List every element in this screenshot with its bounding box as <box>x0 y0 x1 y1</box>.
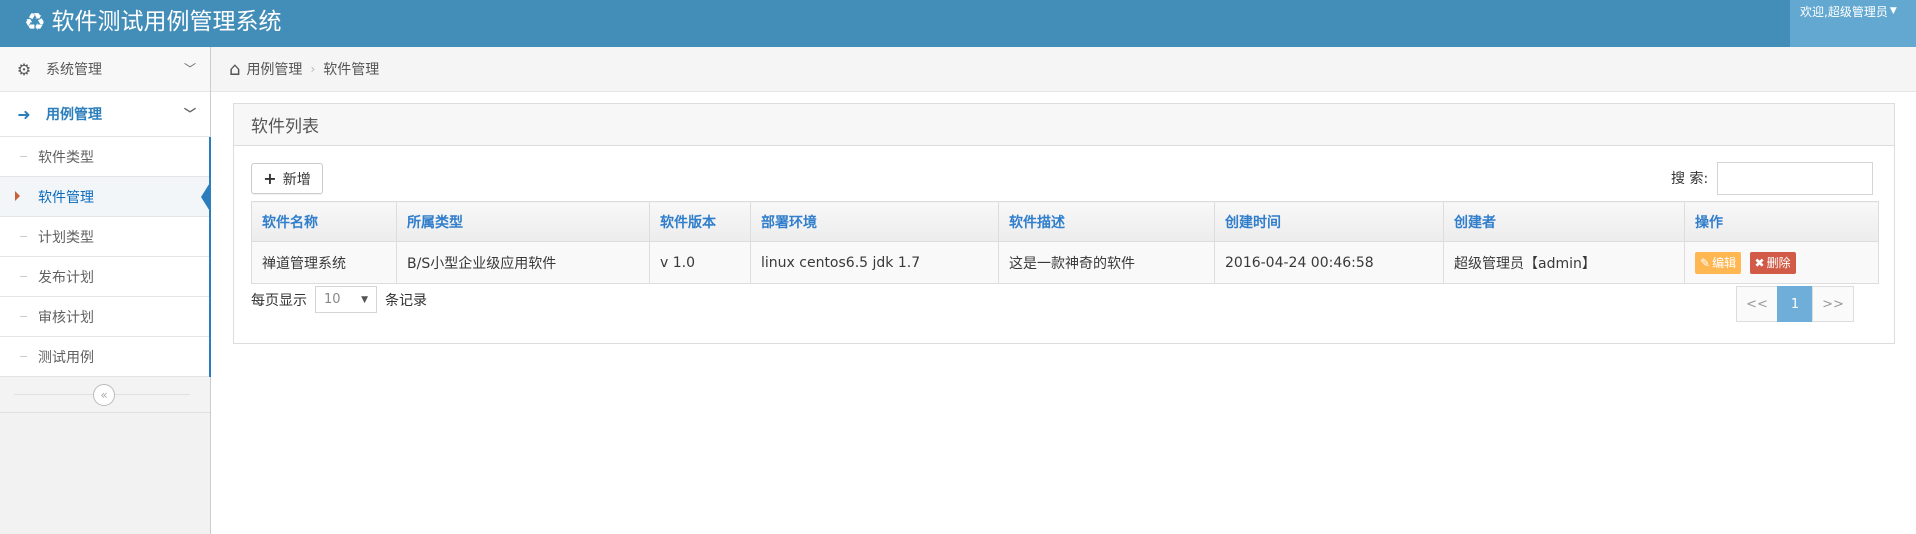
column-header[interactable]: 创建时间 <box>1214 201 1444 242</box>
software-list-widget: 软件列表 + 新增 搜 索: 软件名称 所属类型 软件版本 部署环境 软件描述 … <box>233 103 1895 344</box>
sidebar-collapse-bar: « <box>0 377 210 413</box>
sidebar-submenu: 软件类型 软件管理 计划类型 发布计划 审核计划 测试用例 <box>0 137 211 377</box>
caret-down-icon: ▼ <box>361 294 368 305</box>
sidebar-item-label: 审核计划 <box>38 309 94 326</box>
sidebar-item-label: 软件类型 <box>38 149 94 166</box>
pencil-icon: ✎ <box>1700 255 1711 270</box>
add-button[interactable]: + 新增 <box>251 163 323 194</box>
edit-button[interactable]: ✎ 编辑 <box>1695 251 1742 274</box>
pagination: << 1 >> <box>1736 286 1854 322</box>
submenu-dash <box>20 276 27 277</box>
top-navbar: ♻ 软件测试用例管理系统 欢迎,超级管理员 ▼ <box>0 0 1916 47</box>
recycle-logo-icon: ♻ <box>24 8 46 36</box>
chevron-right-icon: › <box>310 62 316 76</box>
cell-type: B/S小型企业级应用软件 <box>396 241 650 284</box>
submenu-dash <box>20 236 27 237</box>
app-title: 软件测试用例管理系统 <box>51 9 282 35</box>
double-chevron-left-icon[interactable]: « <box>93 384 115 406</box>
column-header[interactable]: 所属类型 <box>396 201 650 242</box>
sidebar-item-label: 测试用例 <box>38 349 94 366</box>
widget-header: 软件列表 <box>234 104 1894 146</box>
sidebar-item-label: 发布计划 <box>38 269 94 286</box>
cell-name: 禅道管理系统 <box>251 241 397 284</box>
length-suffix: 条记录 <box>385 292 427 309</box>
page-length-value: 10 <box>324 292 341 307</box>
widget-title: 软件列表 <box>251 117 319 137</box>
sidebar-item-release-plan[interactable]: 发布计划 <box>0 257 209 297</box>
breadcrumb-item[interactable]: 用例管理 <box>246 59 302 79</box>
plus-icon: + <box>263 169 277 188</box>
add-button-label: 新增 <box>282 171 311 188</box>
column-header: 操作 <box>1684 201 1879 242</box>
sidebar-item-plan-type[interactable]: 计划类型 <box>0 217 209 257</box>
delete-button[interactable]: ✖ 删除 <box>1749 251 1796 274</box>
sidebar-item-test-cases[interactable]: 测试用例 <box>0 337 209 377</box>
cell-creator: 超级管理员【admin】 <box>1443 241 1685 284</box>
search-input[interactable] <box>1717 162 1873 195</box>
gears-icon: ⚙ <box>16 59 32 79</box>
pagination-next[interactable]: >> <box>1812 286 1854 322</box>
cell-created: 2016-04-24 00:46:58 <box>1214 241 1444 284</box>
cell-env: linux centos6.5 jdk 1.7 <box>750 241 999 284</box>
table-header-row: 软件名称 所属类型 软件版本 部署环境 软件描述 创建时间 创建者 操作 <box>251 201 1879 242</box>
column-header[interactable]: 创建者 <box>1443 201 1685 242</box>
user-menu-label: 欢迎,超级管理员 <box>1800 5 1888 19</box>
sidebar-item-software-type[interactable]: 软件类型 <box>0 137 209 177</box>
active-pointer <box>201 181 211 213</box>
column-header[interactable]: 软件描述 <box>998 201 1215 242</box>
home-icon[interactable]: ⌂ <box>229 59 240 80</box>
cell-actions: ✎ 编辑 ✖ 删除 <box>1684 241 1879 284</box>
chevron-down-icon: ﹀ <box>183 62 196 76</box>
breadcrumb-item-current: 软件管理 <box>323 62 380 78</box>
sidebar-group-cases[interactable]: ➜ 用例管理 ﹀ <box>0 92 210 137</box>
sidebar-group-label: 系统管理 <box>46 62 102 78</box>
submenu-dash <box>20 156 27 157</box>
sidebar-item-label: 软件管理 <box>38 189 94 206</box>
sign-in-icon: ➜ <box>17 104 31 124</box>
delete-button-label: 删除 <box>1766 256 1791 270</box>
column-header[interactable]: 部署环境 <box>750 201 999 242</box>
page-length-select[interactable]: 10 ▼ <box>315 286 377 313</box>
sidebar: ⚙ 系统管理 ﹀ ➜ 用例管理 ﹀ 软件类型 软件管理 计划类型 发布计划 审核… <box>0 47 211 534</box>
edit-button-label: 编辑 <box>1712 256 1737 270</box>
chevron-down-icon: ﹀ <box>183 107 196 121</box>
table-row: 禅道管理系统 B/S小型企业级应用软件 v 1.0 linux centos6.… <box>251 241 1879 284</box>
sidebar-group-label: 用例管理 <box>46 107 102 123</box>
column-header[interactable]: 软件名称 <box>251 201 397 242</box>
breadcrumb: ⌂ 用例管理 › 软件管理 <box>211 47 1916 92</box>
software-table: 软件名称 所属类型 软件版本 部署环境 软件描述 创建时间 创建者 操作 禅道管… <box>251 201 1879 284</box>
pagination-page-current[interactable]: 1 <box>1777 286 1813 322</box>
caret-right-icon <box>15 191 20 201</box>
app-brand[interactable]: ♻ 软件测试用例管理系统 <box>24 6 282 38</box>
sidebar-item-review-plan[interactable]: 审核计划 <box>0 297 209 337</box>
cell-version: v 1.0 <box>649 241 751 284</box>
submenu-dash <box>20 316 27 317</box>
caret-down-icon: ▼ <box>1889 6 1897 16</box>
length-prefix: 每页显示 <box>251 292 307 309</box>
page-length-control: 每页显示 10 ▼ 条记录 <box>251 286 427 313</box>
close-icon: ✖ <box>1754 255 1765 270</box>
submenu-dash <box>20 356 27 357</box>
column-header[interactable]: 软件版本 <box>649 201 751 242</box>
sidebar-item-software-manage[interactable]: 软件管理 <box>0 177 211 217</box>
user-menu[interactable]: 欢迎,超级管理员 ▼ <box>1790 0 1916 47</box>
sidebar-group-system[interactable]: ⚙ 系统管理 ﹀ <box>0 47 210 92</box>
pagination-prev[interactable]: << <box>1736 286 1778 322</box>
sidebar-item-label: 计划类型 <box>38 229 94 246</box>
search-label: 搜 索: <box>1671 171 1709 187</box>
cell-desc: 这是一款神奇的软件 <box>998 241 1215 284</box>
